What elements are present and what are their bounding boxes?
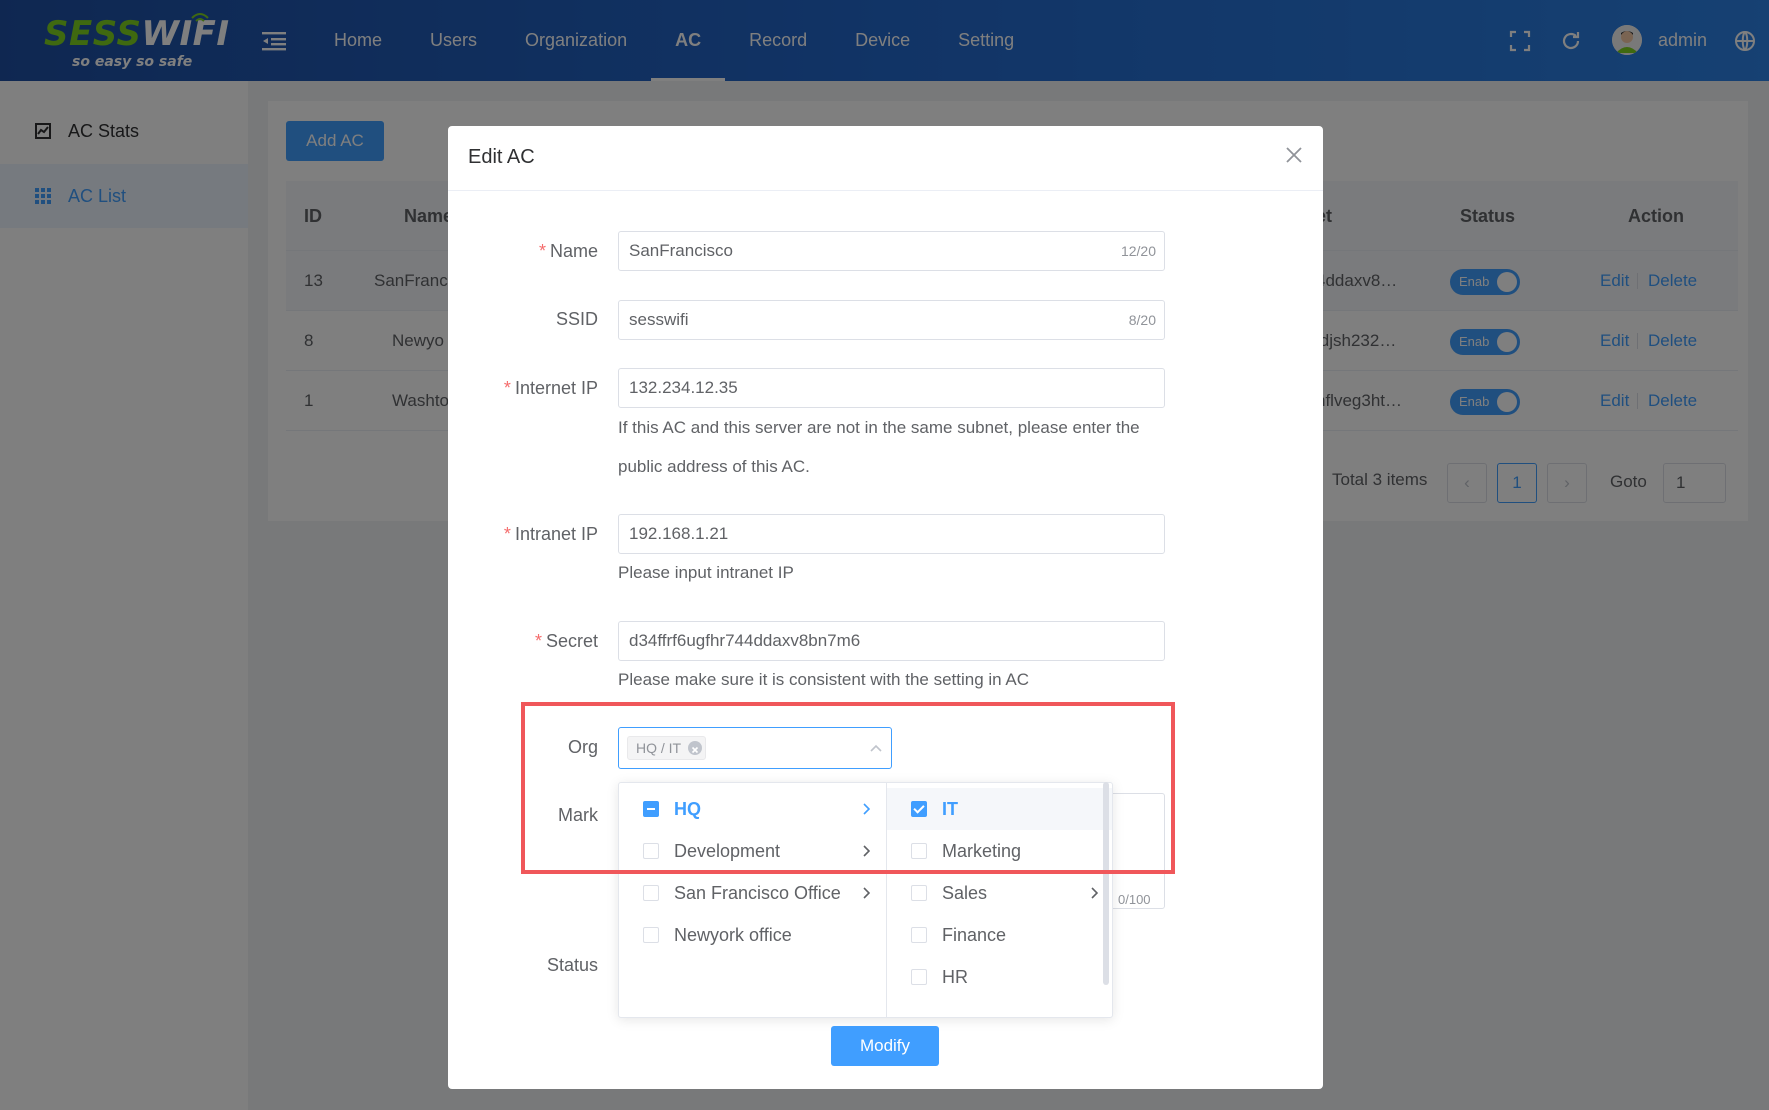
close-icon[interactable] bbox=[1285, 146, 1303, 164]
ssid-char-count: 8/20 bbox=[1128, 312, 1156, 328]
secret-help: Please make sure it is consistent with t… bbox=[618, 670, 1030, 689]
required-mark: * bbox=[534, 631, 542, 651]
internet-ip-value: 132.234.12.35 bbox=[629, 378, 738, 397]
cascader-option-finance[interactable]: Finance bbox=[887, 914, 1112, 956]
status-label: Status bbox=[546, 955, 598, 975]
required-mark: * bbox=[503, 378, 511, 398]
option-label: Sales bbox=[942, 883, 988, 903]
cascader-option-sales[interactable]: Sales bbox=[887, 872, 1112, 914]
intranet-ip-label: * Intranet IP bbox=[503, 524, 598, 544]
cascader-option-san-francisco-office[interactable]: San Francisco Office bbox=[619, 872, 886, 914]
dialog-title: Edit AC bbox=[468, 146, 535, 168]
required-mark: * bbox=[503, 524, 511, 544]
option-label: HR bbox=[942, 967, 968, 987]
annotation-highlight-box bbox=[521, 702, 1175, 874]
name-char-count: 12/20 bbox=[1120, 243, 1156, 259]
name-value: SanFrancisco bbox=[629, 241, 733, 260]
cascader-option-hr[interactable]: HR bbox=[887, 956, 1112, 998]
modify-button[interactable]: Modify bbox=[831, 1026, 939, 1066]
name-label: * Name bbox=[538, 241, 598, 261]
intranet-ip-help: Please input intranet IP bbox=[618, 563, 794, 582]
chevron-right-icon bbox=[1091, 887, 1098, 899]
chevron-right-icon bbox=[863, 887, 870, 899]
secret-input[interactable]: d34ffrf6ugfhr744ddaxv8bn7m6 bbox=[618, 621, 1165, 661]
option-label: Finance bbox=[942, 925, 1007, 945]
checkbox[interactable] bbox=[911, 885, 927, 901]
cascader-option-newyork-office[interactable]: Newyork office bbox=[619, 914, 886, 956]
checkbox[interactable] bbox=[643, 885, 659, 901]
edit-ac-dialog: Edit AC * Name SanFrancisco 12/20 SSID se… bbox=[448, 126, 1323, 1089]
internet-ip-help-line2: public address of this AC. bbox=[618, 457, 810, 476]
secret-value: d34ffrf6ugfhr744ddaxv8bn7m6 bbox=[629, 631, 861, 650]
option-label: Newyork office bbox=[674, 925, 792, 945]
name-input[interactable]: SanFrancisco 12/20 bbox=[618, 231, 1165, 271]
checkbox[interactable] bbox=[911, 927, 927, 943]
required-mark: * bbox=[538, 241, 546, 261]
checkbox[interactable] bbox=[643, 927, 659, 943]
ssid-value: sesswifi bbox=[629, 310, 689, 329]
internet-ip-label: * Internet IP bbox=[503, 378, 598, 398]
mark-char-count: 0/100 bbox=[1118, 892, 1151, 907]
intranet-ip-input[interactable]: 192.168.1.21 bbox=[618, 514, 1165, 554]
internet-ip-input[interactable]: 132.234.12.35 bbox=[618, 368, 1165, 408]
checkbox[interactable] bbox=[911, 969, 927, 985]
dialog-divider bbox=[448, 190, 1323, 191]
ssid-label: SSID bbox=[555, 309, 598, 329]
ssid-input[interactable]: sesswifi 8/20 bbox=[618, 300, 1165, 340]
secret-label: * Secret bbox=[534, 631, 598, 651]
internet-ip-help-line1: If this AC and this server are not in th… bbox=[618, 418, 1140, 437]
intranet-ip-value: 192.168.1.21 bbox=[629, 524, 729, 543]
option-label: San Francisco Office bbox=[674, 883, 841, 903]
